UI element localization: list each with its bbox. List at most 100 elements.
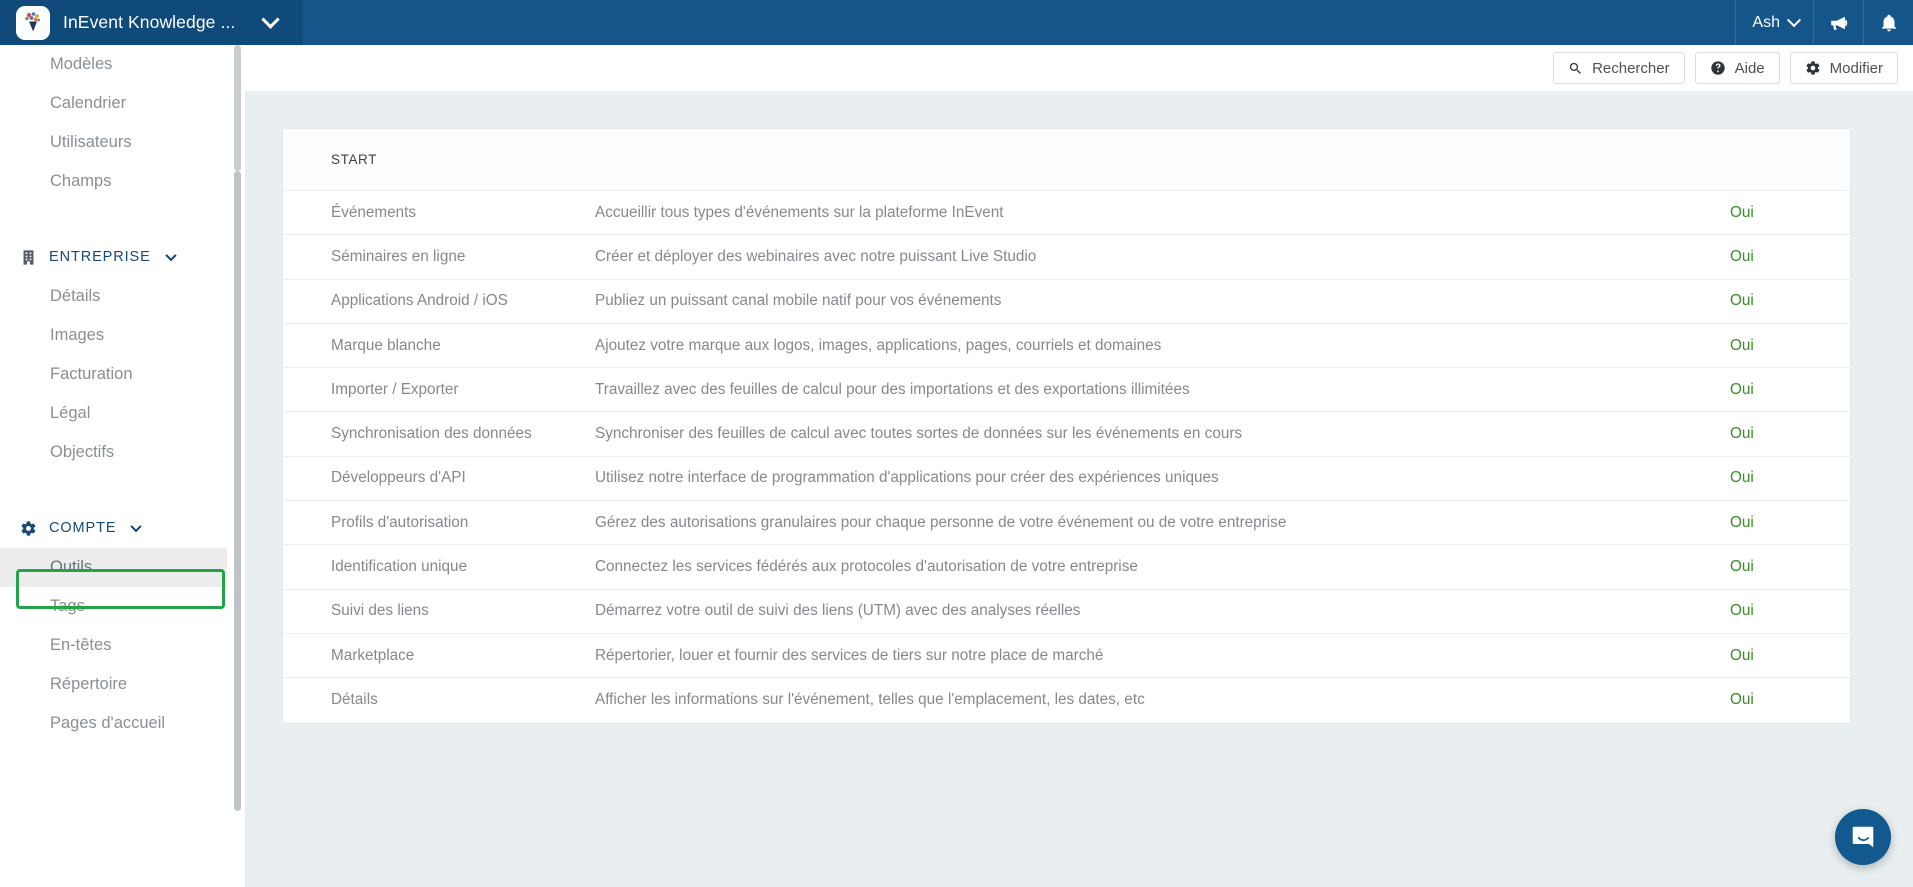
row-value[interactable]: Oui bbox=[1730, 204, 1850, 222]
table-row[interactable]: Séminaires en ligneCréer et déployer des… bbox=[283, 235, 1850, 279]
sidebar-item-images[interactable]: Images bbox=[0, 316, 245, 355]
row-value[interactable]: Oui bbox=[1730, 514, 1850, 532]
user-name: Ash bbox=[1752, 14, 1780, 32]
sidebar-item-champs[interactable]: Champs bbox=[0, 162, 245, 201]
table-row[interactable]: MarketplaceRépertorier, louer et fournir… bbox=[283, 634, 1850, 678]
chevron-down-icon[interactable] bbox=[262, 10, 280, 28]
search-button[interactable]: Rechercher bbox=[1553, 52, 1685, 84]
megaphone-icon[interactable] bbox=[1813, 0, 1863, 45]
table-row[interactable]: Profils d'autorisationGérez des autorisa… bbox=[283, 501, 1850, 545]
row-value[interactable]: Oui bbox=[1730, 337, 1850, 355]
table-row[interactable]: Développeurs d'APIUtilisez notre interfa… bbox=[283, 457, 1850, 501]
help-button[interactable]: Aide bbox=[1695, 52, 1780, 84]
row-description: Publiez un puissant canal mobile natif p… bbox=[595, 292, 1730, 310]
search-button-label: Rechercher bbox=[1592, 60, 1670, 77]
sidebar-item-label: Tags bbox=[50, 597, 85, 616]
sidebar-item-label: Champs bbox=[50, 172, 111, 191]
row-name: Identification unique bbox=[283, 558, 595, 576]
row-value[interactable]: Oui bbox=[1730, 292, 1850, 310]
sidebar-section-label: ENTREPRISE bbox=[49, 249, 151, 265]
row-value[interactable]: Oui bbox=[1730, 381, 1850, 399]
sidebar-item-legal[interactable]: Légal bbox=[0, 394, 245, 433]
row-name: Synchronisation des données bbox=[283, 425, 595, 443]
question-circle-icon bbox=[1710, 60, 1726, 76]
sidebar-item-pages-daccueil[interactable]: Pages d'accueil bbox=[0, 704, 245, 743]
sidebar-item-label: Légal bbox=[50, 404, 90, 423]
row-description: Répertorier, louer et fournir des servic… bbox=[595, 647, 1730, 665]
sidebar[interactable]: Modèles Calendrier Utilisateurs Champs E… bbox=[0, 45, 245, 887]
sidebar-item-label: Outils bbox=[50, 558, 92, 577]
sidebar-item-calendrier[interactable]: Calendrier bbox=[0, 84, 245, 123]
sidebar-item-details[interactable]: Détails bbox=[0, 277, 245, 316]
chevron-down-icon bbox=[131, 521, 142, 532]
table-row[interactable]: Suivi des liensDémarrez votre outil de s… bbox=[283, 590, 1850, 634]
sidebar-section-label: COMPTE bbox=[49, 520, 116, 536]
help-button-label: Aide bbox=[1735, 60, 1765, 77]
sidebar-item-outils[interactable]: Outils bbox=[0, 548, 227, 587]
sidebar-item-objectifs[interactable]: Objectifs bbox=[0, 433, 245, 472]
sidebar-scrollbar-thumb[interactable] bbox=[234, 171, 241, 811]
card-section-header-label: START bbox=[331, 152, 377, 167]
row-value[interactable]: Oui bbox=[1730, 558, 1850, 576]
tools-card: START ÉvénementsAccueillir tous types d'… bbox=[282, 128, 1851, 724]
sidebar-item-label: En-têtes bbox=[50, 636, 111, 655]
sidebar-section-compte[interactable]: COMPTE bbox=[0, 508, 245, 548]
sidebar-item-facturation[interactable]: Facturation bbox=[0, 355, 245, 394]
row-name: Suivi des liens bbox=[283, 602, 595, 620]
row-name: Importer / Exporter bbox=[283, 381, 595, 399]
chat-bubble-icon[interactable] bbox=[1835, 809, 1891, 865]
row-description: Travaillez avec des feuilles de calcul p… bbox=[595, 381, 1730, 399]
row-name: Applications Android / iOS bbox=[283, 292, 595, 310]
search-icon bbox=[1568, 61, 1583, 76]
row-description: Gérez des autorisations granulaires pour… bbox=[595, 514, 1730, 532]
edit-button[interactable]: Modifier bbox=[1790, 52, 1898, 84]
table-row[interactable]: Applications Android / iOSPubliez un pui… bbox=[283, 280, 1850, 324]
row-name: Événements bbox=[283, 204, 595, 222]
row-value[interactable]: Oui bbox=[1730, 602, 1850, 620]
row-description: Ajoutez votre marque aux logos, images, … bbox=[595, 337, 1730, 355]
row-description: Synchroniser des feuilles de calcul avec… bbox=[595, 425, 1730, 443]
content-padding: START ÉvénementsAccueillir tous types d'… bbox=[245, 91, 1913, 724]
sidebar-item-en-tetes[interactable]: En-têtes bbox=[0, 626, 245, 665]
row-name: Profils d'autorisation bbox=[283, 514, 595, 532]
chevron-down-icon bbox=[165, 250, 176, 261]
sidebar-item-modeles[interactable]: Modèles bbox=[0, 45, 245, 84]
row-value[interactable]: Oui bbox=[1730, 425, 1850, 443]
row-description: Démarrez votre outil de suivi des liens … bbox=[595, 602, 1730, 620]
tools-table: ÉvénementsAccueillir tous types d'événem… bbox=[283, 191, 1850, 723]
sidebar-gap bbox=[0, 472, 245, 508]
user-menu[interactable]: Ash bbox=[1735, 0, 1813, 45]
table-row[interactable]: DétailsAfficher les informations sur l'é… bbox=[283, 678, 1850, 722]
sidebar-item-tags[interactable]: Tags bbox=[0, 587, 245, 626]
table-row[interactable]: Identification uniqueConnectez les servi… bbox=[283, 545, 1850, 589]
sidebar-item-label: Modèles bbox=[50, 55, 112, 74]
row-value[interactable]: Oui bbox=[1730, 248, 1850, 266]
table-row[interactable]: Importer / ExporterTravaillez avec des f… bbox=[283, 368, 1850, 412]
sidebar-section-entreprise[interactable]: ENTREPRISE bbox=[0, 237, 245, 277]
row-value[interactable]: Oui bbox=[1730, 647, 1850, 665]
edit-button-label: Modifier bbox=[1830, 60, 1883, 77]
content-toolbar: Rechercher Aide Modifier bbox=[245, 45, 1913, 91]
table-row[interactable]: ÉvénementsAccueillir tous types d'événem… bbox=[283, 191, 1850, 235]
bell-icon[interactable] bbox=[1863, 0, 1913, 45]
table-row[interactable]: Synchronisation des donnéesSynchroniser … bbox=[283, 412, 1850, 456]
chevron-down-icon bbox=[1787, 13, 1801, 27]
brand-selector[interactable]: InEvent Knowledge ... bbox=[0, 0, 303, 45]
sidebar-item-label: Objectifs bbox=[50, 443, 114, 462]
sidebar-item-repertoire[interactable]: Répertoire bbox=[0, 665, 245, 704]
top-header-bar: InEvent Knowledge ... Ash bbox=[0, 0, 1913, 45]
brand-title: InEvent Knowledge ... bbox=[63, 12, 235, 33]
row-value[interactable]: Oui bbox=[1730, 691, 1850, 709]
row-name: Marketplace bbox=[283, 647, 595, 665]
sidebar-content: Modèles Calendrier Utilisateurs Champs E… bbox=[0, 45, 245, 743]
table-row[interactable]: Marque blancheAjoutez votre marque aux l… bbox=[283, 324, 1850, 368]
sidebar-item-label: Détails bbox=[50, 287, 100, 306]
sidebar-item-label: Facturation bbox=[50, 365, 133, 384]
sidebar-item-label: Images bbox=[50, 326, 104, 345]
sidebar-scrollbar-thumb-upper[interactable] bbox=[234, 45, 241, 171]
card-section-header: START bbox=[283, 129, 1850, 191]
gear-icon bbox=[20, 520, 37, 537]
sidebar-item-utilisateurs[interactable]: Utilisateurs bbox=[0, 123, 245, 162]
building-icon bbox=[20, 249, 37, 266]
row-value[interactable]: Oui bbox=[1730, 469, 1850, 487]
